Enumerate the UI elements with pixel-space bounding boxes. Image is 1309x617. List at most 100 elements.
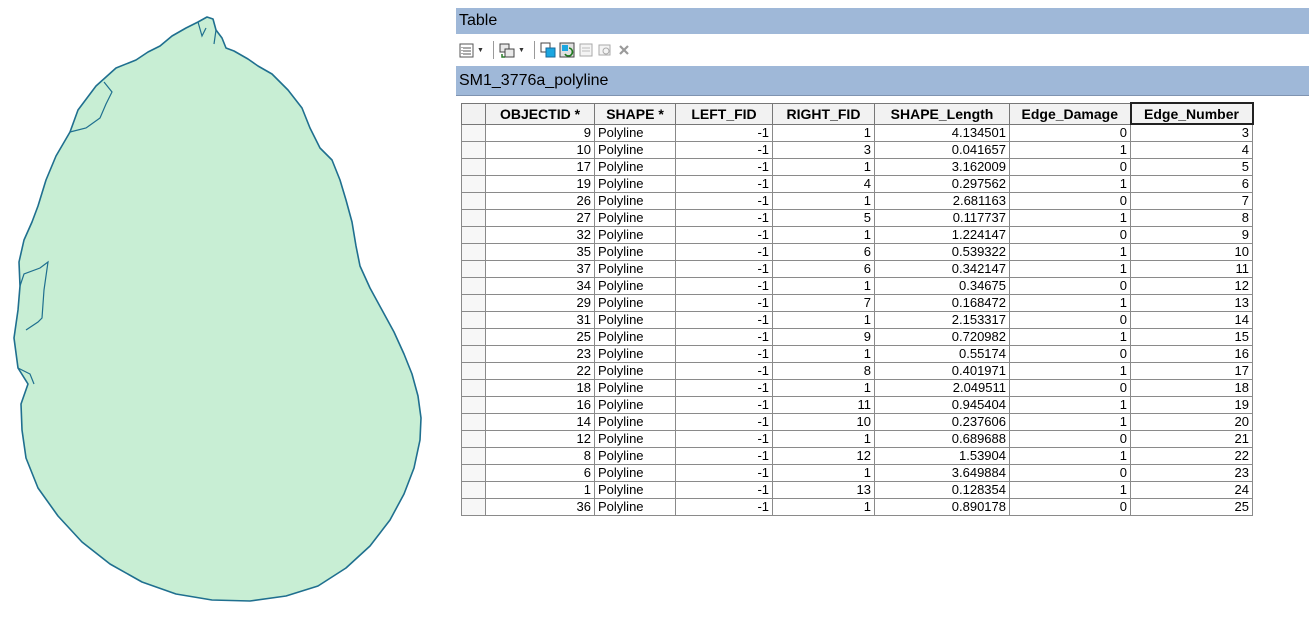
row-selector[interactable] (461, 174, 486, 193)
edge-damage-cell[interactable]: 1 (1009, 174, 1131, 193)
right-fid-cell[interactable]: 6 (772, 259, 875, 278)
edge-damage-cell[interactable]: 1 (1009, 293, 1131, 312)
objectid-cell[interactable]: 14 (485, 412, 595, 431)
edge-damage-cell[interactable]: 0 (1009, 429, 1131, 448)
left-fid-cell[interactable]: -1 (675, 361, 773, 380)
left-fid-cell[interactable]: -1 (675, 191, 773, 210)
right-fid-cell[interactable]: 1 (772, 310, 875, 329)
shape-cell[interactable]: Polyline (594, 480, 676, 499)
shape-length-cell[interactable]: 3.162009 (874, 157, 1010, 176)
row-selector[interactable] (461, 310, 486, 329)
row-selector[interactable] (461, 242, 486, 261)
objectid-cell[interactable]: 18 (485, 378, 595, 397)
edge-number-cell[interactable]: 12 (1130, 276, 1253, 295)
edge-damage-cell[interactable]: 1 (1009, 208, 1131, 227)
related-tables-icon[interactable] (499, 42, 515, 58)
right-fid-cell[interactable]: 10 (772, 412, 875, 431)
right-fid-cell[interactable]: 1 (772, 191, 875, 210)
edge-number-cell[interactable]: 13 (1130, 293, 1253, 312)
objectid-cell[interactable]: 34 (485, 276, 595, 295)
map-view[interactable] (0, 0, 450, 612)
shape-cell[interactable]: Polyline (594, 174, 676, 193)
shape-length-cell[interactable]: 2.049511 (874, 378, 1010, 397)
row-selector[interactable] (461, 259, 486, 278)
table-row[interactable]: 1 Polyline -1 13 0.128354 1 24 (461, 480, 1253, 499)
shape-length-cell[interactable]: 3.649884 (874, 463, 1010, 482)
edge-damage-cell[interactable]: 0 (1009, 463, 1131, 482)
shape-cell[interactable]: Polyline (594, 412, 676, 431)
objectid-cell[interactable]: 25 (485, 327, 595, 346)
objectid-cell[interactable]: 8 (485, 446, 595, 465)
shape-cell[interactable]: Polyline (594, 463, 676, 482)
row-selector[interactable] (461, 446, 486, 465)
table-row[interactable]: 35 Polyline -1 6 0.539322 1 10 (461, 242, 1253, 261)
shape-cell[interactable]: Polyline (594, 191, 676, 210)
shape-cell[interactable]: Polyline (594, 123, 676, 142)
edge-damage-cell[interactable]: 0 (1009, 310, 1131, 329)
shape-cell[interactable]: Polyline (594, 361, 676, 380)
table-row[interactable]: 27 Polyline -1 5 0.117737 1 8 (461, 208, 1253, 227)
left-fid-cell[interactable]: -1 (675, 174, 773, 193)
shape-length-cell[interactable]: 0.34675 (874, 276, 1010, 295)
shape-cell[interactable]: Polyline (594, 293, 676, 312)
layer-tab[interactable]: SM1_3776a_polyline (456, 66, 1309, 96)
edge-damage-cell[interactable]: 0 (1009, 378, 1131, 397)
table-row[interactable]: 37 Polyline -1 6 0.342147 1 11 (461, 259, 1253, 278)
column-header-shape-length[interactable]: SHAPE_Length (874, 102, 1010, 125)
left-fid-cell[interactable]: -1 (675, 395, 773, 414)
objectid-cell[interactable]: 26 (485, 191, 595, 210)
shape-length-cell[interactable]: 2.681163 (874, 191, 1010, 210)
edge-number-cell[interactable]: 25 (1130, 497, 1253, 516)
shape-cell[interactable]: Polyline (594, 140, 676, 159)
edge-number-cell[interactable]: 19 (1130, 395, 1253, 414)
left-fid-cell[interactable]: -1 (675, 123, 773, 142)
column-header-edge-damage[interactable]: Edge_Damage (1009, 102, 1131, 125)
right-fid-cell[interactable]: 1 (772, 429, 875, 448)
column-header-left-fid[interactable]: LEFT_FID (675, 102, 773, 125)
edge-number-cell[interactable]: 10 (1130, 242, 1253, 261)
right-fid-cell[interactable]: 8 (772, 361, 875, 380)
table-row[interactable]: 8 Polyline -1 12 1.53904 1 22 (461, 446, 1253, 465)
right-fid-cell[interactable]: 6 (772, 242, 875, 261)
right-fid-cell[interactable]: 12 (772, 446, 875, 465)
delete-selected-icon[interactable] (616, 42, 632, 58)
row-selector[interactable] (461, 225, 486, 244)
polygon-shape[interactable] (0, 0, 450, 612)
right-fid-cell[interactable]: 1 (772, 344, 875, 363)
table-row[interactable]: 31 Polyline -1 1 2.153317 0 14 (461, 310, 1253, 329)
edge-number-cell[interactable]: 18 (1130, 378, 1253, 397)
right-fid-cell[interactable]: 11 (772, 395, 875, 414)
left-fid-cell[interactable]: -1 (675, 310, 773, 329)
objectid-cell[interactable]: 29 (485, 293, 595, 312)
shape-cell[interactable]: Polyline (594, 208, 676, 227)
row-selector[interactable] (461, 208, 486, 227)
table-row[interactable]: 22 Polyline -1 8 0.401971 1 17 (461, 361, 1253, 380)
objectid-cell[interactable]: 32 (485, 225, 595, 244)
right-fid-cell[interactable]: 1 (772, 378, 875, 397)
row-selector-header[interactable] (461, 102, 486, 125)
row-selector[interactable] (461, 463, 486, 482)
shape-length-cell[interactable]: 1.53904 (874, 446, 1010, 465)
table-row[interactable]: 6 Polyline -1 1 3.649884 0 23 (461, 463, 1253, 482)
shape-length-cell[interactable]: 0.237606 (874, 412, 1010, 431)
zoom-to-selected-icon[interactable] (597, 42, 613, 58)
row-selector[interactable] (461, 412, 486, 431)
right-fid-cell[interactable]: 1 (772, 225, 875, 244)
table-row[interactable]: 14 Polyline -1 10 0.237606 1 20 (461, 412, 1253, 431)
window-title-bar[interactable]: Table (456, 8, 1309, 34)
objectid-cell[interactable]: 22 (485, 361, 595, 380)
edge-number-cell[interactable]: 15 (1130, 327, 1253, 346)
edge-number-cell[interactable]: 6 (1130, 174, 1253, 193)
left-fid-cell[interactable]: -1 (675, 157, 773, 176)
column-header-shape[interactable]: SHAPE * (594, 102, 676, 125)
table-options-dropdown-icon[interactable]: ▼ (477, 47, 484, 54)
clear-selection-icon[interactable] (578, 42, 594, 58)
table-row[interactable]: 10 Polyline -1 3 0.041657 1 4 (461, 140, 1253, 159)
edge-number-cell[interactable]: 4 (1130, 140, 1253, 159)
row-selector[interactable] (461, 361, 486, 380)
shape-cell[interactable]: Polyline (594, 429, 676, 448)
edge-damage-cell[interactable]: 1 (1009, 412, 1131, 431)
left-fid-cell[interactable]: -1 (675, 497, 773, 516)
row-selector[interactable] (461, 395, 486, 414)
right-fid-cell[interactable]: 5 (772, 208, 875, 227)
